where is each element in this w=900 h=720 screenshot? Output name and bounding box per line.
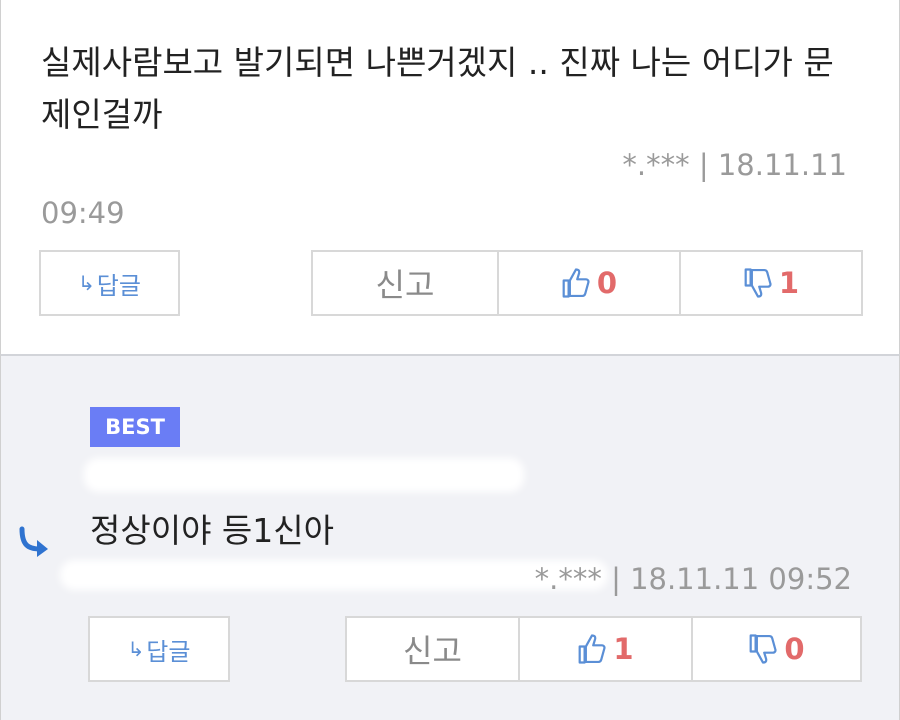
meta-separator: | bbox=[611, 562, 621, 596]
report-button[interactable]: 신고 bbox=[345, 616, 520, 682]
redacted-author-blur bbox=[84, 458, 524, 492]
reply-arrow-icon bbox=[19, 526, 48, 557]
like-button[interactable]: 1 bbox=[518, 616, 693, 682]
reply-button-label: 답글 bbox=[96, 271, 141, 300]
best-badge: BEST bbox=[90, 407, 180, 447]
reply-button[interactable]: ↳ 답글 bbox=[39, 250, 180, 316]
reply-button-label: 답글 bbox=[146, 637, 191, 666]
meta-separator: | bbox=[698, 148, 709, 182]
dislike-count: 0 bbox=[784, 632, 805, 666]
like-count: 0 bbox=[596, 266, 618, 300]
thumbs-up-icon bbox=[562, 268, 590, 298]
redacted-author-blur bbox=[60, 560, 608, 590]
redacted-author-blur bbox=[41, 152, 51, 162]
like-button[interactable]: 0 bbox=[497, 250, 681, 316]
comment-text: 실제사람보고 발기되면 나쁜거겠지 .. 진짜 나는 어디가 문제인걸까 bbox=[41, 43, 834, 134]
comment-datetime: 18.11.11 09:52 bbox=[630, 562, 852, 596]
dislike-count: 1 bbox=[778, 266, 800, 300]
comment-meta: *.*** | 18.11.11 bbox=[622, 148, 847, 182]
report-button[interactable]: 신고 bbox=[311, 250, 499, 316]
comment-card: 실제사람보고 발기되면 나쁜거겠지 .. 진짜 나는 어디가 문제인걸까 *.*… bbox=[0, 0, 900, 354]
dislike-button[interactable]: 1 bbox=[679, 250, 863, 316]
like-count: 1 bbox=[613, 632, 634, 666]
reply-arrow-icon: ↳ bbox=[127, 637, 145, 661]
reply-arrow-icon: ↳ bbox=[78, 271, 95, 295]
thumbs-down-icon bbox=[744, 268, 772, 298]
report-button-label: 신고 bbox=[403, 632, 462, 670]
thumbs-down-icon bbox=[749, 634, 777, 664]
author-masked: *.*** bbox=[534, 562, 602, 596]
dislike-button[interactable]: 0 bbox=[691, 616, 862, 682]
author-masked: *.*** bbox=[622, 148, 690, 182]
thumbs-up-icon bbox=[578, 634, 606, 664]
reply-comment-text: 정상이야 등1신아 bbox=[90, 511, 335, 550]
reply-comment-meta: *.*** | 18.11.11 09:52 bbox=[535, 562, 852, 596]
report-button-label: 신고 bbox=[375, 266, 435, 304]
reply-button[interactable]: ↳ 답글 bbox=[88, 616, 230, 682]
comment-time: 09:49 bbox=[41, 196, 125, 230]
comment-date: 18.11.11 bbox=[717, 148, 847, 182]
